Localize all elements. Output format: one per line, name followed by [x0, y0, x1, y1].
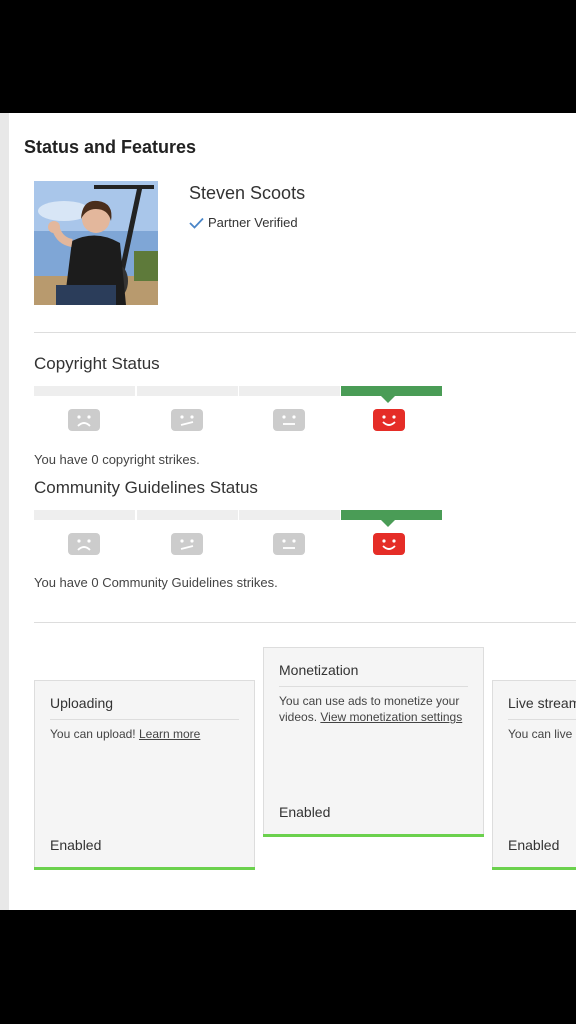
feature-card-monetization: Monetization You can use ads to monetize…	[263, 647, 484, 837]
card-divider	[279, 686, 468, 687]
card-status: Enabled	[508, 837, 560, 853]
status-features-panel: Status and Features Steven Scoots Partne…	[0, 113, 576, 910]
card-title: Uploading	[50, 695, 114, 711]
enabled-bar	[263, 834, 484, 837]
sad-face-icon	[68, 409, 100, 431]
community-guidelines-status-title: Community Guidelines Status	[34, 478, 258, 497]
meter-segment	[34, 510, 135, 520]
left-border	[0, 113, 9, 910]
page-title: Status and Features	[24, 137, 197, 157]
view-monetization-settings-link[interactable]: View monetization settings	[320, 710, 462, 724]
divider	[34, 332, 576, 333]
community-strikes-text: You have 0 Community Guidelines strikes.	[34, 575, 278, 590]
meter-pointer	[381, 396, 395, 403]
copyright-status-meter	[34, 386, 442, 434]
check-icon	[189, 217, 204, 229]
neutral-face-icon	[273, 533, 305, 555]
meter-segment	[239, 510, 340, 520]
card-description: You can live stream!	[508, 726, 576, 742]
meter-segment	[137, 510, 238, 520]
meh-face-icon	[171, 409, 203, 431]
channel-name[interactable]: Steven Scoots	[189, 183, 305, 204]
feature-card-uploading: Uploading You can upload! Learn more Ena…	[34, 680, 255, 870]
card-status: Enabled	[50, 837, 102, 853]
partner-verified-label: Partner Verified	[208, 215, 298, 230]
learn-more-link[interactable]: Learn more	[139, 727, 200, 741]
meter-segment	[239, 386, 340, 396]
card-description-text: You can live stream!	[508, 727, 576, 741]
divider	[34, 622, 576, 623]
card-description: You can use ads to monetize your videos.…	[279, 693, 471, 725]
happy-face-icon	[373, 533, 405, 555]
card-description-text: You can upload!	[50, 727, 136, 741]
meter-segment	[34, 386, 135, 396]
copyright-status-title: Copyright Status	[34, 354, 160, 373]
meter-segment-active	[341, 386, 442, 396]
meh-face-icon	[171, 533, 203, 555]
channel-avatar	[34, 181, 158, 305]
sad-face-icon	[68, 533, 100, 555]
meter-pointer	[381, 520, 395, 527]
happy-face-icon	[373, 409, 405, 431]
card-status: Enabled	[279, 804, 331, 820]
enabled-bar	[492, 867, 576, 870]
enabled-bar	[34, 867, 255, 870]
card-description: You can upload! Learn more	[50, 726, 242, 742]
card-divider	[50, 719, 239, 720]
card-title: Live streaming	[508, 695, 576, 711]
community-guidelines-meter	[34, 510, 442, 558]
card-title: Monetization	[279, 662, 359, 678]
meter-segment-active	[341, 510, 442, 520]
partner-verified-badge: Partner Verified	[189, 215, 298, 230]
copyright-strikes-text: You have 0 copyright strikes.	[34, 452, 200, 467]
feature-card-live-streaming: Live streaming You can live stream! Enab…	[492, 680, 576, 870]
card-divider	[508, 719, 576, 720]
neutral-face-icon	[273, 409, 305, 431]
meter-segment	[137, 386, 238, 396]
